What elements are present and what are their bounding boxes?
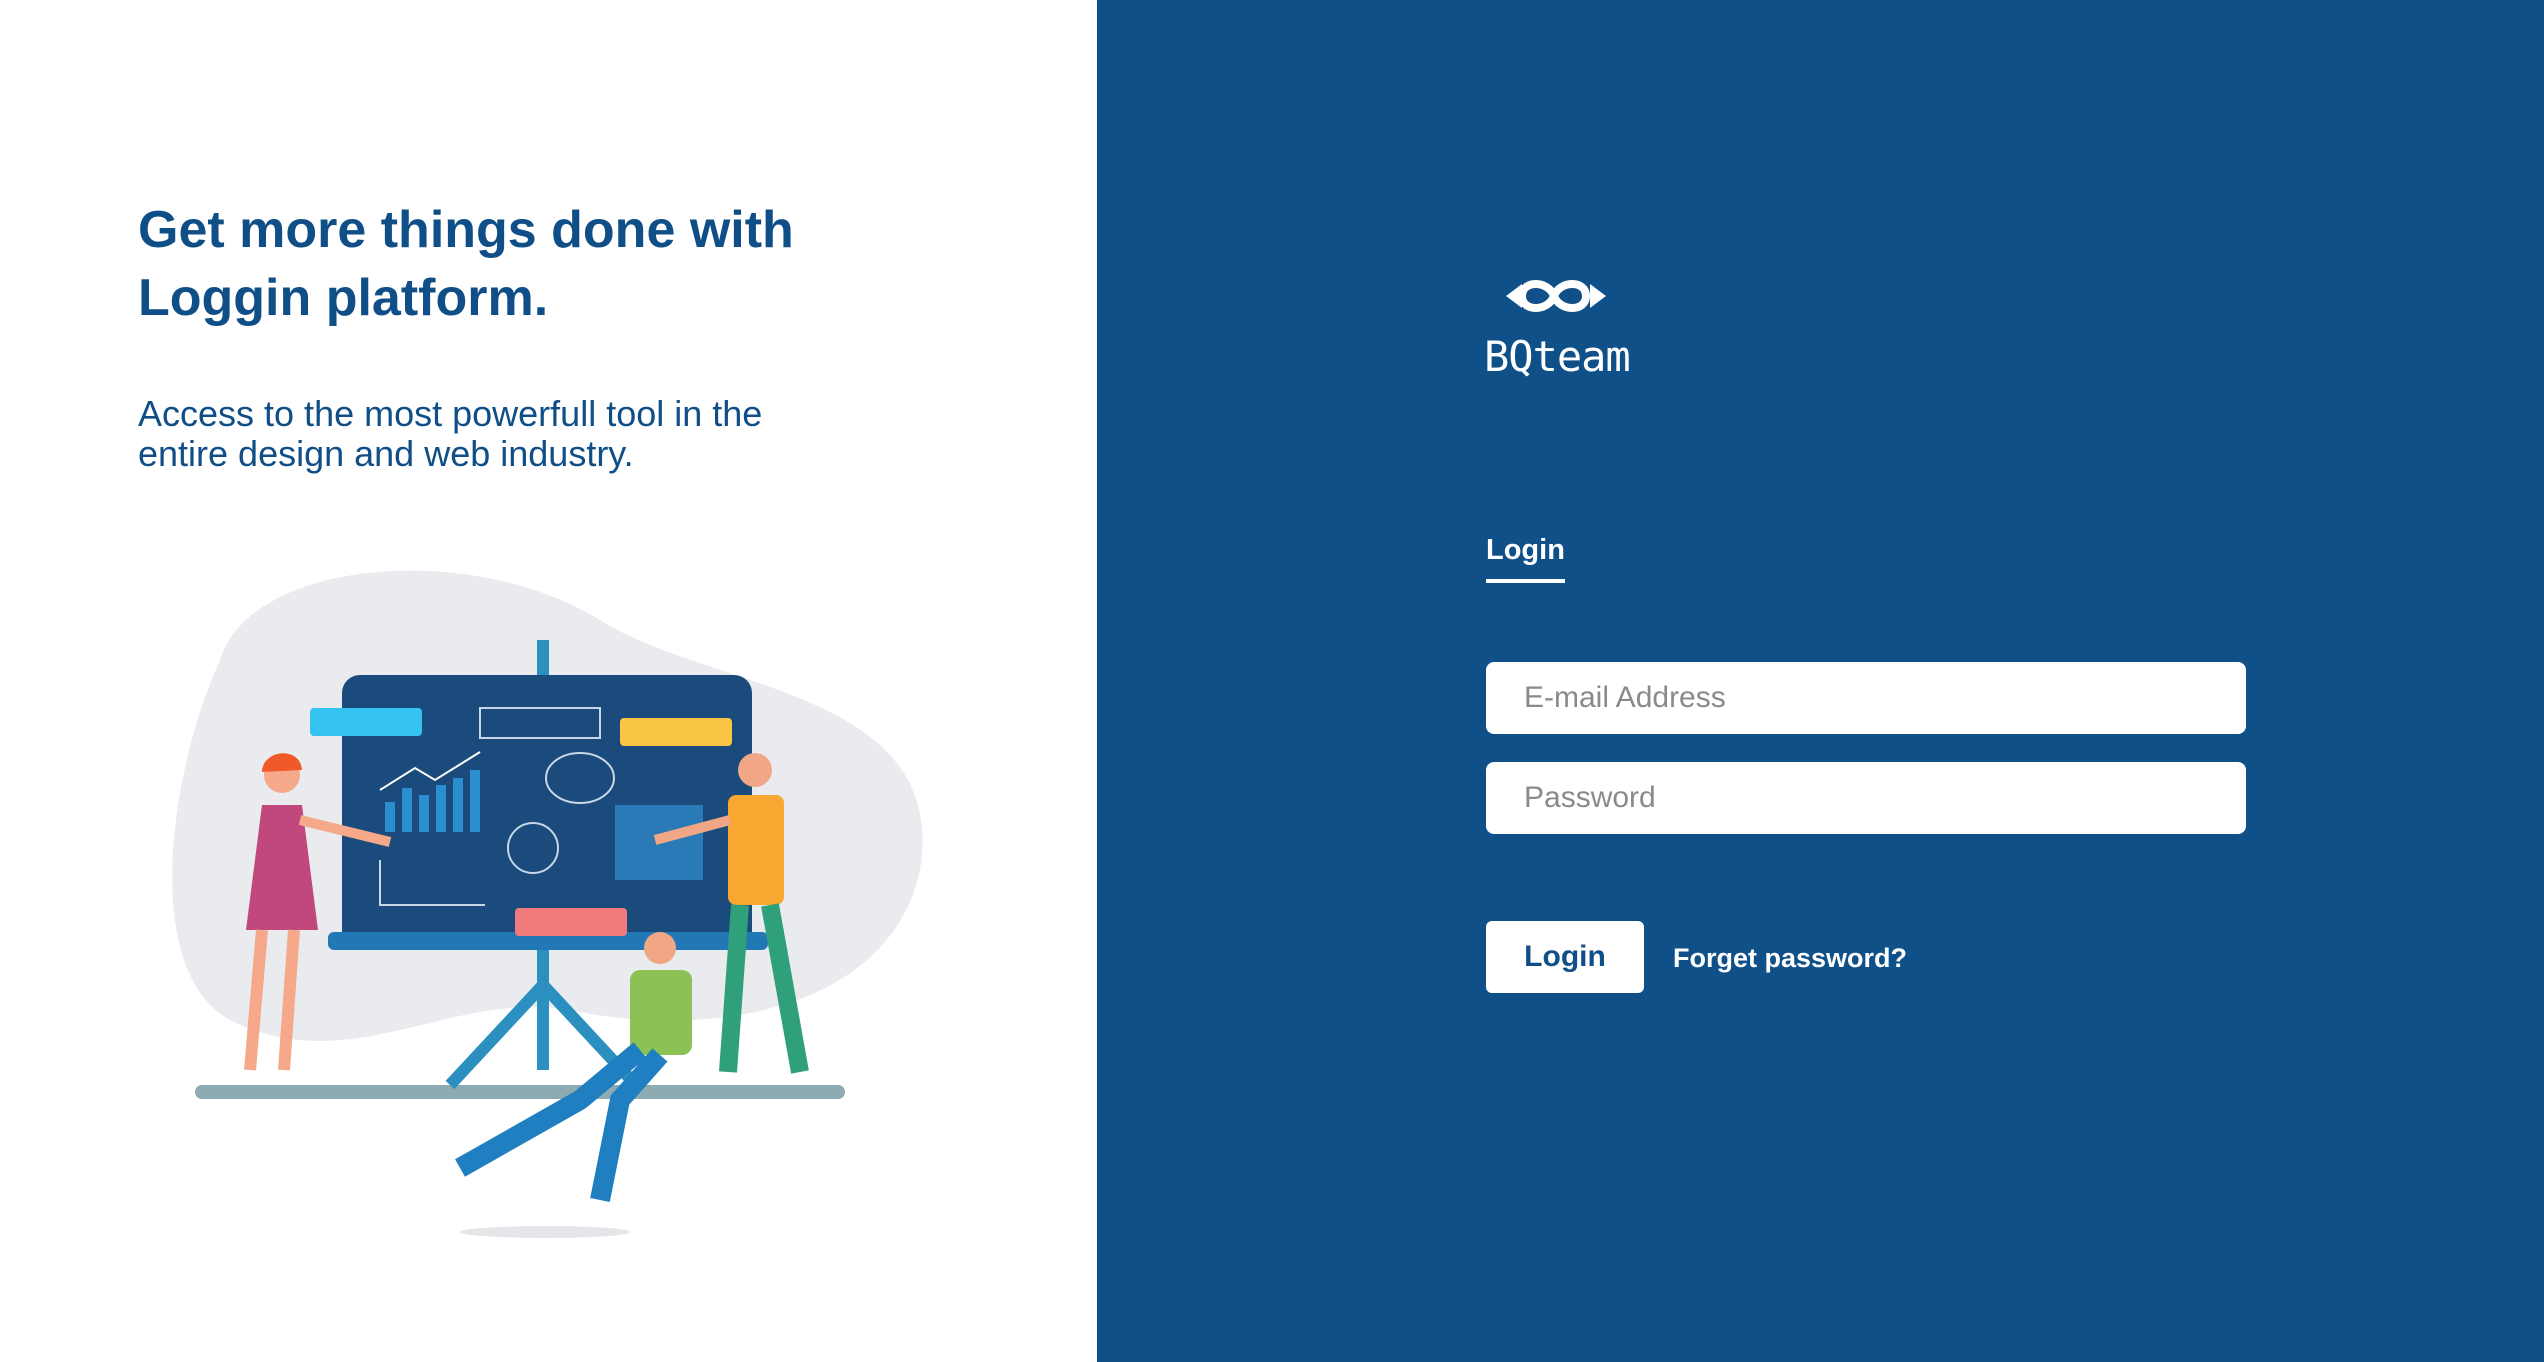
login-button[interactable]: Login [1486,921,1644,993]
team-presentation-illustration [172,570,923,1238]
easel-center-post [537,940,549,1070]
shadow [460,1226,630,1238]
pink-bubble [515,908,627,936]
man-sitting-head [644,932,676,964]
brand-name: BQteam [1484,332,1631,381]
forgot-password-link[interactable]: Forget password? [1673,943,1907,974]
hero-headline: Get more things done with Loggin platfor… [138,196,898,332]
man-right-shirt [728,795,784,905]
cyan-bubble [310,708,422,736]
hero-subline-line1: Access to the most powerfull tool in the [138,393,763,434]
hero-headline-line1: Get more things done with [138,201,794,259]
email-field[interactable] [1486,662,2246,734]
brand-logo: BQteam [1484,266,1634,386]
ground-line [195,1085,845,1099]
easel-top-post [537,640,549,680]
hero-subline-line2: entire design and web industry. [138,433,634,474]
hero-subline: Access to the most powerfull tool in the… [138,394,898,474]
man-right-head [738,753,772,787]
left-panel: Get more things done with Loggin platfor… [0,0,1097,1362]
tab-login[interactable]: Login [1486,534,1565,583]
man-sitting-shirt [630,970,692,1055]
yellow-bubble [620,718,732,746]
linked-rings-logo-icon [1506,280,1606,312]
hero-headline-line2: Loggin platform. [138,269,549,327]
password-field[interactable] [1486,762,2246,834]
